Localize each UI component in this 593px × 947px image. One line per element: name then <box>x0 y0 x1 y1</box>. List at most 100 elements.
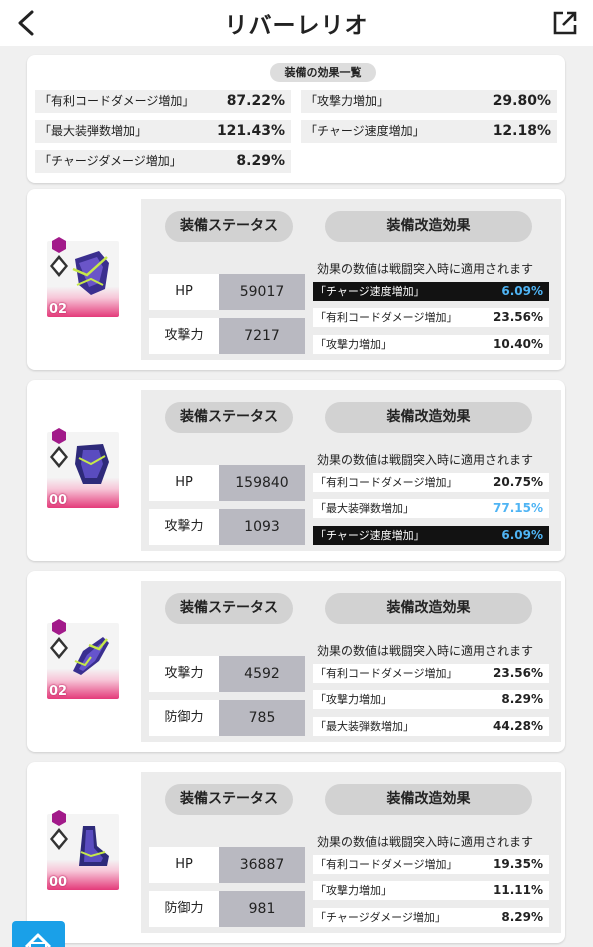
equipment-card: 00 装備ステータス 装備改造効果 HP 36887 防御力 981 効果の数値… <box>27 762 565 943</box>
external-link-icon[interactable] <box>552 10 578 36</box>
effect-label: 「最大装弾数増加」 <box>315 720 414 733</box>
effect-row: 「攻撃力増加」 10.40% <box>313 335 549 354</box>
equipment-thumbnail[interactable]: 02 <box>47 619 119 699</box>
effect-row: 「有利コードダメージ増加」 19.35% <box>313 855 549 874</box>
stat-label: 攻撃力 <box>149 509 219 545</box>
summary-row: 「チャージダメージ増加」 8.29% <box>35 150 291 173</box>
equipment-thumbnail[interactable]: 02 <box>47 237 119 317</box>
effect-row: 「チャージ速度増加」 6.09% <box>313 282 549 301</box>
effect-value: 44.28% <box>493 719 543 733</box>
tab-equipment-status[interactable]: 装備ステータス <box>165 784 293 815</box>
effect-label: 「有利コードダメージ増加」 <box>315 311 458 324</box>
effect-value: 23.56% <box>493 310 543 324</box>
summary-title: 装備の効果一覧 <box>270 63 376 82</box>
summary-row: 「チャージ速度増加」 12.18% <box>301 120 557 143</box>
equipment-level: 00 <box>49 875 68 890</box>
stat-value: 159840 <box>219 465 305 501</box>
effect-label: 「有利コードダメージ増加」 <box>315 858 458 871</box>
stat-value: 7217 <box>219 318 305 354</box>
effect-row: 「攻撃力増加」 8.29% <box>313 690 549 709</box>
stat-label: HP <box>149 465 219 501</box>
summary-label: 「チャージ速度増加」 <box>305 124 425 138</box>
equipment-thumbnail[interactable]: 00 <box>47 428 119 508</box>
summary-row: 「最大装弾数増加」 121.43% <box>35 120 291 143</box>
effect-note: 効果の数値は戦闘突入時に適用されます <box>317 644 534 658</box>
effect-value: 11.11% <box>493 883 543 897</box>
effect-row: 「チャージダメージ増加」 8.29% <box>313 908 549 927</box>
effect-value: 8.29% <box>501 692 543 706</box>
effect-value: 6.09% <box>501 528 543 542</box>
stat-value: 36887 <box>219 847 305 883</box>
effect-row: 「攻撃力増加」 11.11% <box>313 881 549 900</box>
effect-label: 「最大装弾数増加」 <box>315 502 414 515</box>
equipment-art-icon <box>73 637 109 675</box>
summary-row: 「攻撃力増加」 29.80% <box>301 90 557 113</box>
summary-value: 8.29% <box>236 153 285 169</box>
effect-label: 「攻撃力増加」 <box>315 338 392 351</box>
effect-row: 「有利コードダメージ増加」 23.56% <box>313 664 549 683</box>
equipment-level: 02 <box>49 684 68 699</box>
equipment-art-icon <box>79 826 109 866</box>
equipment-art-icon <box>72 251 109 295</box>
effect-row: 「有利コードダメージ増加」 23.56% <box>313 308 549 327</box>
effect-row: 「最大装弾数増加」 77.15% <box>313 499 549 518</box>
home-button[interactable] <box>12 921 65 947</box>
stat-value: 981 <box>219 891 305 927</box>
equipment-card: 02 装備ステータス 装備改造効果 HP 59017 攻撃力 7217 効果の数… <box>27 189 565 370</box>
stat-label: 防御力 <box>149 891 219 927</box>
tab-equipment-mod[interactable]: 装備改造効果 <box>325 593 532 624</box>
summary-label: 「有利コードダメージ増加」 <box>39 94 195 108</box>
effect-label: 「チャージ速度増加」 <box>315 285 425 298</box>
tab-equipment-status[interactable]: 装備ステータス <box>165 211 293 242</box>
effect-label: 「攻撃力増加」 <box>315 884 392 897</box>
stat-label: HP <box>149 274 219 310</box>
stat-label: 攻撃力 <box>149 318 219 354</box>
equipment-thumbnail[interactable]: 00 <box>47 810 119 890</box>
effect-label: 「チャージ速度増加」 <box>315 529 425 542</box>
header: リバーレリオ <box>0 0 593 46</box>
effect-value: 10.40% <box>493 337 543 351</box>
home-icon <box>24 933 52 947</box>
equipment-panel: 装備ステータス 装備改造効果 HP 159840 攻撃力 1093 効果の数値は… <box>141 390 561 551</box>
summary-label: 「チャージダメージ増加」 <box>39 154 182 168</box>
stat-value: 785 <box>219 700 305 736</box>
summary-value: 87.22% <box>226 93 285 109</box>
summary-row: 「有利コードダメージ増加」 87.22% <box>35 90 291 113</box>
equipment-art-icon <box>75 444 109 484</box>
summary-label: 「最大装弾数増加」 <box>39 124 148 138</box>
summary-value: 12.18% <box>492 123 551 139</box>
tab-equipment-status[interactable]: 装備ステータス <box>165 402 293 433</box>
summary-label: 「攻撃力増加」 <box>305 94 390 108</box>
equipment-panel: 装備ステータス 装備改造効果 HP 36887 防御力 981 効果の数値は戦闘… <box>141 772 561 933</box>
effect-value: 23.56% <box>493 666 543 680</box>
tab-equipment-mod[interactable]: 装備改造効果 <box>325 402 532 433</box>
equipment-panel: 装備ステータス 装備改造効果 HP 59017 攻撃力 7217 効果の数値は戦… <box>141 199 561 360</box>
effect-note: 効果の数値は戦闘突入時に適用されます <box>317 262 534 276</box>
stat-label: HP <box>149 847 219 883</box>
equipment-card: 02 装備ステータス 装備改造効果 攻撃力 4592 防御力 785 効果の数値… <box>27 571 565 752</box>
effect-value: 77.15% <box>493 501 543 515</box>
stat-value: 59017 <box>219 274 305 310</box>
stat-value: 1093 <box>219 509 305 545</box>
equipment-card: 00 装備ステータス 装備改造効果 HP 159840 攻撃力 1093 効果の… <box>27 380 565 561</box>
effect-value: 8.29% <box>501 910 543 924</box>
tab-equipment-status[interactable]: 装備ステータス <box>165 593 293 624</box>
page-title: リバーレリオ <box>224 13 369 39</box>
effect-note: 効果の数値は戦闘突入時に適用されます <box>317 835 534 849</box>
stat-value: 4592 <box>219 656 305 692</box>
equipment-level: 02 <box>49 302 68 317</box>
effect-value: 6.09% <box>501 284 543 298</box>
equipment-panel: 装備ステータス 装備改造効果 攻撃力 4592 防御力 785 効果の数値は戦闘… <box>141 581 561 742</box>
stat-label: 攻撃力 <box>149 656 219 692</box>
tab-equipment-mod[interactable]: 装備改造効果 <box>325 211 532 242</box>
effect-row: 「最大装弾数増加」 44.28% <box>313 717 549 736</box>
summary-value: 121.43% <box>216 123 285 139</box>
stat-label: 防御力 <box>149 700 219 736</box>
effects-summary-card: 装備の効果一覧 「有利コードダメージ増加」 87.22% 「攻撃力増加」 29.… <box>27 55 565 183</box>
effect-label: 「攻撃力増加」 <box>315 693 392 706</box>
effect-label: 「チャージダメージ増加」 <box>315 911 446 924</box>
equipment-level: 00 <box>49 493 68 508</box>
effect-label: 「有利コードダメージ増加」 <box>315 476 458 489</box>
effect-value: 20.75% <box>493 475 543 489</box>
tab-equipment-mod[interactable]: 装備改造効果 <box>325 784 532 815</box>
